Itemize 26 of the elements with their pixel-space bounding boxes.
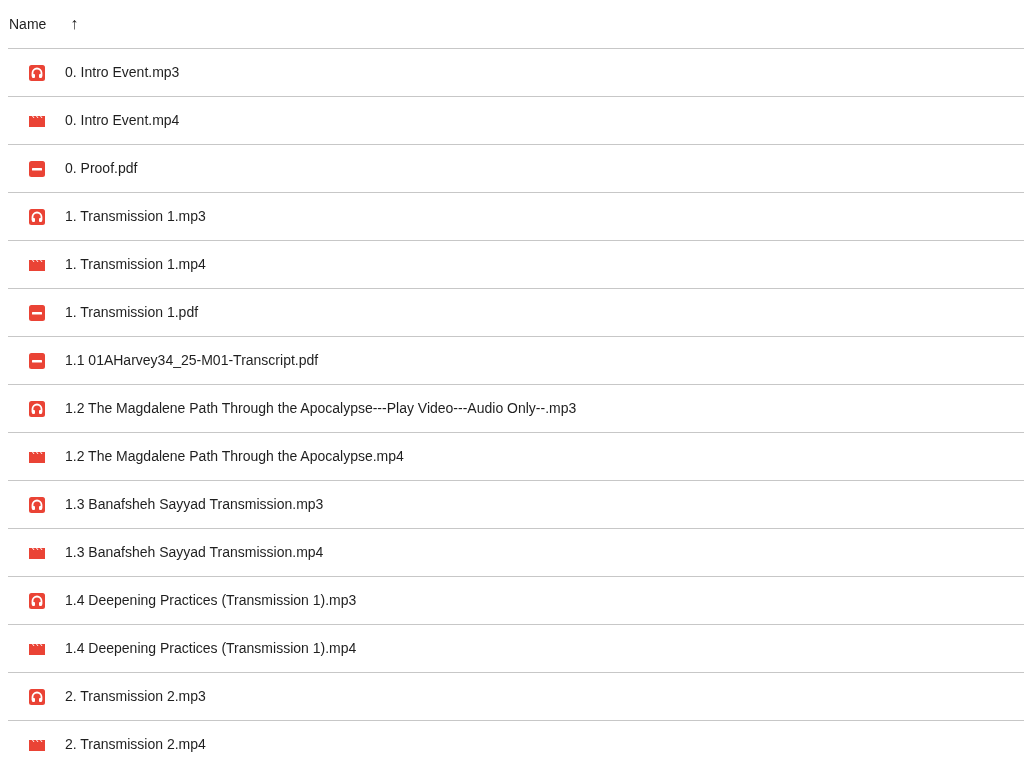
file-name[interactable]: 1.3 Banafsheh Sayyad Transmission.mp4 (65, 542, 324, 563)
sort-button[interactable]: ↑ (66, 12, 83, 36)
headphones-icon (28, 207, 46, 226)
file-name[interactable]: 1.4 Deepening Practices (Transmission 1).mp4 (65, 638, 357, 659)
file-name[interactable]: 0. Intro Event.mp4 (65, 110, 180, 131)
file-name[interactable]: 1.1 01AHarvey34_25-M01-Transcript.pdf (65, 350, 319, 371)
file-name[interactable]: 1.2 The Magdalene Path Through the Apocalypse---Play Video---Audio Only--.mp3 (65, 398, 577, 419)
file-name[interactable]: 1. Transmission 1.pdf (65, 302, 199, 323)
file-name[interactable]: 1. Transmission 1.mp4 (65, 254, 206, 275)
headphones-icon (28, 591, 46, 610)
file-name[interactable]: 1.3 Banafsheh Sayyad Transmission.mp3 (65, 494, 324, 515)
headphones-icon (28, 495, 46, 514)
column-header[interactable]: Name (9, 13, 47, 35)
pdf-file-icon (28, 303, 46, 322)
pdf-file-icon (28, 159, 46, 178)
file-name[interactable]: 0. Intro Event.mp3 (65, 62, 180, 83)
file-name[interactable]: 2. Transmission 2.mp4 (65, 734, 206, 755)
headphones-icon (28, 687, 46, 706)
headphones-icon (28, 399, 46, 418)
file-name[interactable]: 1.2 The Magdalene Path Through the Apocalypse.mp4 (65, 446, 404, 467)
headphones-icon (28, 63, 46, 82)
file-name[interactable]: 1. Transmission 1.mp3 (65, 206, 206, 227)
pdf-file-icon (28, 351, 46, 370)
file-name[interactable]: 2. Transmission 2.mp3 (65, 686, 206, 707)
file-name[interactable]: 1.4 Deepening Practices (Transmission 1).mp3 (65, 590, 357, 611)
file-name[interactable]: 0. Proof.pdf (65, 158, 138, 179)
